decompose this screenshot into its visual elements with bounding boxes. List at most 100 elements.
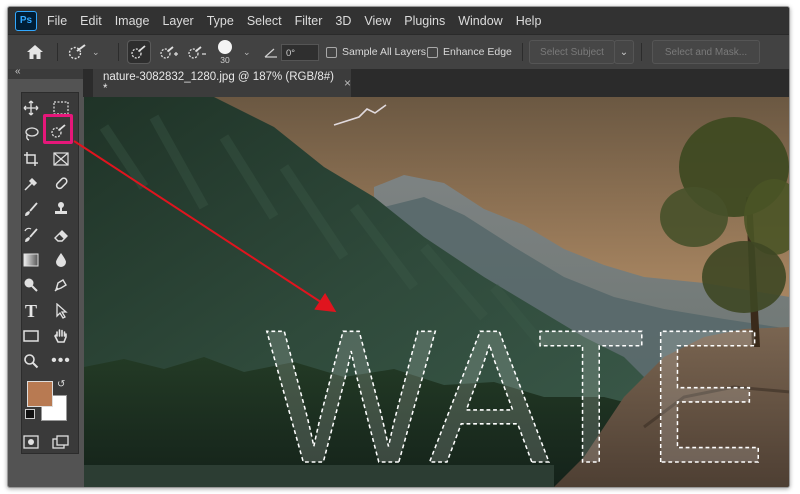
- subtract-selection-icon: [188, 46, 206, 59]
- type-tool[interactable]: T: [20, 301, 42, 321]
- options-separator: [522, 43, 523, 61]
- rectangle-icon: [23, 330, 39, 342]
- quick-mask-icon: [23, 435, 39, 449]
- more-tools-button[interactable]: •••: [50, 351, 72, 371]
- pen-tool[interactable]: [50, 275, 72, 295]
- marquee-icon: [53, 101, 69, 115]
- menu-filter[interactable]: Filter: [295, 14, 323, 28]
- clone-stamp-tool[interactable]: [50, 199, 72, 219]
- brush-tool[interactable]: [20, 199, 42, 219]
- enhance-edge-label: Enhance Edge: [443, 46, 512, 58]
- bandage-icon: [55, 177, 68, 190]
- options-bar: ⌄ 30 ⌄ 0° Sample All Layers Enhance Edge…: [8, 34, 789, 70]
- select-and-mask-button[interactable]: Select and Mask...: [652, 40, 760, 64]
- document-tab[interactable]: nature-3082832_1280.jpg @ 187% (RGB/8#) …: [93, 69, 351, 97]
- document-canvas[interactable]: WATE: [84, 97, 789, 487]
- hand-tool[interactable]: [50, 326, 72, 346]
- select-subject-button[interactable]: Select Subject: [529, 40, 615, 64]
- gradient-icon: [23, 253, 39, 267]
- zoom-icon: [24, 354, 39, 369]
- frame-tool[interactable]: [50, 149, 72, 169]
- menu-view[interactable]: View: [364, 14, 391, 28]
- photo-image: WATE: [84, 97, 789, 487]
- stamp-icon: [55, 202, 67, 214]
- swap-colors-icon[interactable]: ↺: [57, 379, 65, 390]
- angle-control: [264, 35, 278, 69]
- menu-select[interactable]: Select: [247, 14, 282, 28]
- menu-window[interactable]: Window: [458, 14, 502, 28]
- menu-plugins[interactable]: Plugins: [404, 14, 445, 28]
- add-to-selection-button[interactable]: [158, 41, 180, 63]
- enhance-edge-checkbox[interactable]: Enhance Edge: [427, 35, 512, 69]
- default-colors-icon[interactable]: [25, 409, 35, 419]
- path-selection-tool[interactable]: [50, 301, 72, 321]
- photoshop-window: Ps File Edit Image Layer Type Select Fil…: [7, 6, 790, 488]
- select-subject-dropdown[interactable]: ⌄: [614, 40, 634, 64]
- foreground-color-swatch[interactable]: [27, 381, 53, 407]
- blur-tool[interactable]: [50, 250, 72, 270]
- sample-all-layers-checkbox[interactable]: Sample All Layers: [326, 35, 426, 69]
- options-separator: [641, 43, 642, 61]
- menu-bar: Ps File Edit Image Layer Type Select Fil…: [8, 7, 789, 34]
- frame-icon: [53, 152, 69, 166]
- screen-mode-icon: [52, 435, 69, 449]
- pointer-arrow-icon: [56, 303, 68, 319]
- document-tab-bar: nature-3082832_1280.jpg @ 187% (RGB/8#) …: [83, 69, 789, 97]
- brush-size-label: 30: [220, 54, 230, 65]
- brush-picker[interactable]: 30: [218, 35, 232, 69]
- quick-selection-icon: [68, 44, 86, 60]
- angle-input[interactable]: 0°: [281, 43, 319, 61]
- zoom-tool[interactable]: [20, 351, 42, 371]
- rectangle-tool[interactable]: [20, 326, 42, 346]
- photoshop-logo: Ps: [15, 10, 37, 31]
- eraser-icon: [54, 230, 68, 242]
- menu-help[interactable]: Help: [516, 14, 542, 28]
- menu-edit[interactable]: Edit: [80, 14, 102, 28]
- options-separator: [118, 43, 119, 61]
- checkbox-box: [427, 46, 438, 58]
- dodge-tool[interactable]: [20, 275, 42, 295]
- dodge-icon: [24, 278, 38, 292]
- menu-image[interactable]: Image: [115, 14, 150, 28]
- gradient-tool[interactable]: [20, 250, 42, 270]
- menu-3d[interactable]: 3D: [335, 14, 351, 28]
- subtract-from-selection-button[interactable]: [186, 41, 208, 63]
- eyedropper-tool[interactable]: [20, 174, 42, 194]
- sample-all-layers-label: Sample All Layers: [342, 46, 427, 58]
- eraser-tool[interactable]: [50, 225, 72, 245]
- screen-mode-button[interactable]: [50, 432, 72, 452]
- close-icon[interactable]: ×: [344, 76, 351, 90]
- history-brush-tool[interactable]: [20, 225, 42, 245]
- chevron-down-icon: ⌄: [619, 46, 629, 58]
- chevron-down-icon: ⌄: [92, 46, 100, 57]
- options-separator: [57, 43, 58, 61]
- document-title: nature-3082832_1280.jpg @ 187% (RGB/8#) …: [103, 71, 334, 95]
- new-selection-button[interactable]: [127, 40, 151, 64]
- tool-preset-picker[interactable]: ⌄: [67, 35, 100, 69]
- collapse-panel-icon[interactable]: «: [15, 66, 21, 77]
- tool-highlight-box: [43, 114, 73, 144]
- crop-tool[interactable]: [20, 149, 42, 169]
- menu-type[interactable]: Type: [207, 14, 234, 28]
- tree-canopy: [660, 187, 728, 247]
- brush-icon: [25, 202, 38, 216]
- move-tool[interactable]: [20, 98, 42, 118]
- healing-brush-tool[interactable]: [50, 174, 72, 194]
- move-icon: [23, 100, 39, 116]
- quick-mask-button[interactable]: [20, 432, 42, 452]
- drop-icon: [56, 253, 66, 267]
- home-button[interactable]: [26, 35, 44, 69]
- ellipsis-icon: •••: [51, 352, 71, 369]
- brush-tip-icon: [218, 39, 232, 54]
- brush-selection-icon: [131, 45, 146, 59]
- brush-dropdown[interactable]: ⌄: [243, 35, 251, 69]
- crop-icon: [24, 152, 38, 166]
- add-selection-icon: [160, 46, 178, 59]
- chevron-down-icon: ⌄: [243, 46, 251, 57]
- angle-icon: [264, 48, 277, 58]
- menu-layer[interactable]: Layer: [162, 14, 193, 28]
- menu-file[interactable]: File: [47, 14, 67, 28]
- history-brush-icon: [24, 227, 38, 242]
- lasso-tool[interactable]: [20, 124, 42, 144]
- eyedropper-icon: [24, 177, 38, 191]
